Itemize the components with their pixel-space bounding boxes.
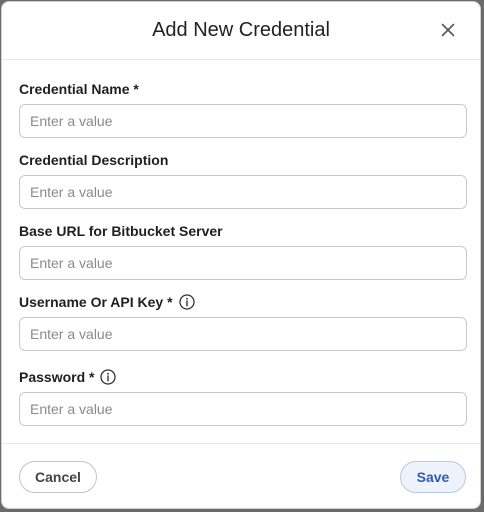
credential-description-input[interactable] <box>19 175 467 209</box>
credential-description-label: Credential Description <box>19 152 169 168</box>
username-api-key-input[interactable] <box>19 317 467 351</box>
password-input[interactable] <box>19 392 467 426</box>
dialog-title: Add New Credential <box>152 19 330 41</box>
info-icon[interactable] <box>100 369 117 385</box>
credential-name-label: Credential Name * <box>19 81 139 97</box>
field-username-api-key: Username Or API Key * <box>19 293 467 351</box>
close-icon[interactable] <box>436 18 460 42</box>
base-url-label: Base URL for Bitbucket Server <box>19 223 223 239</box>
field-credential-name: Credential Name * <box>19 80 467 138</box>
dialog-header: Add New Credential <box>2 2 480 60</box>
credential-name-input[interactable] <box>19 104 467 138</box>
field-password: Password * <box>19 368 467 426</box>
base-url-input[interactable] <box>19 246 467 280</box>
password-label: Password * <box>19 369 95 385</box>
save-button[interactable]: Save <box>400 461 466 493</box>
username-api-key-label: Username Or API Key * <box>19 294 173 310</box>
add-credential-dialog: Add New Credential Credential Name * Cre… <box>1 1 481 509</box>
cancel-button[interactable]: Cancel <box>19 461 97 493</box>
info-icon[interactable] <box>178 294 195 310</box>
field-credential-description: Credential Description <box>19 151 467 209</box>
dialog-footer: Cancel Save <box>2 443 480 508</box>
field-base-url: Base URL for Bitbucket Server <box>19 222 467 280</box>
